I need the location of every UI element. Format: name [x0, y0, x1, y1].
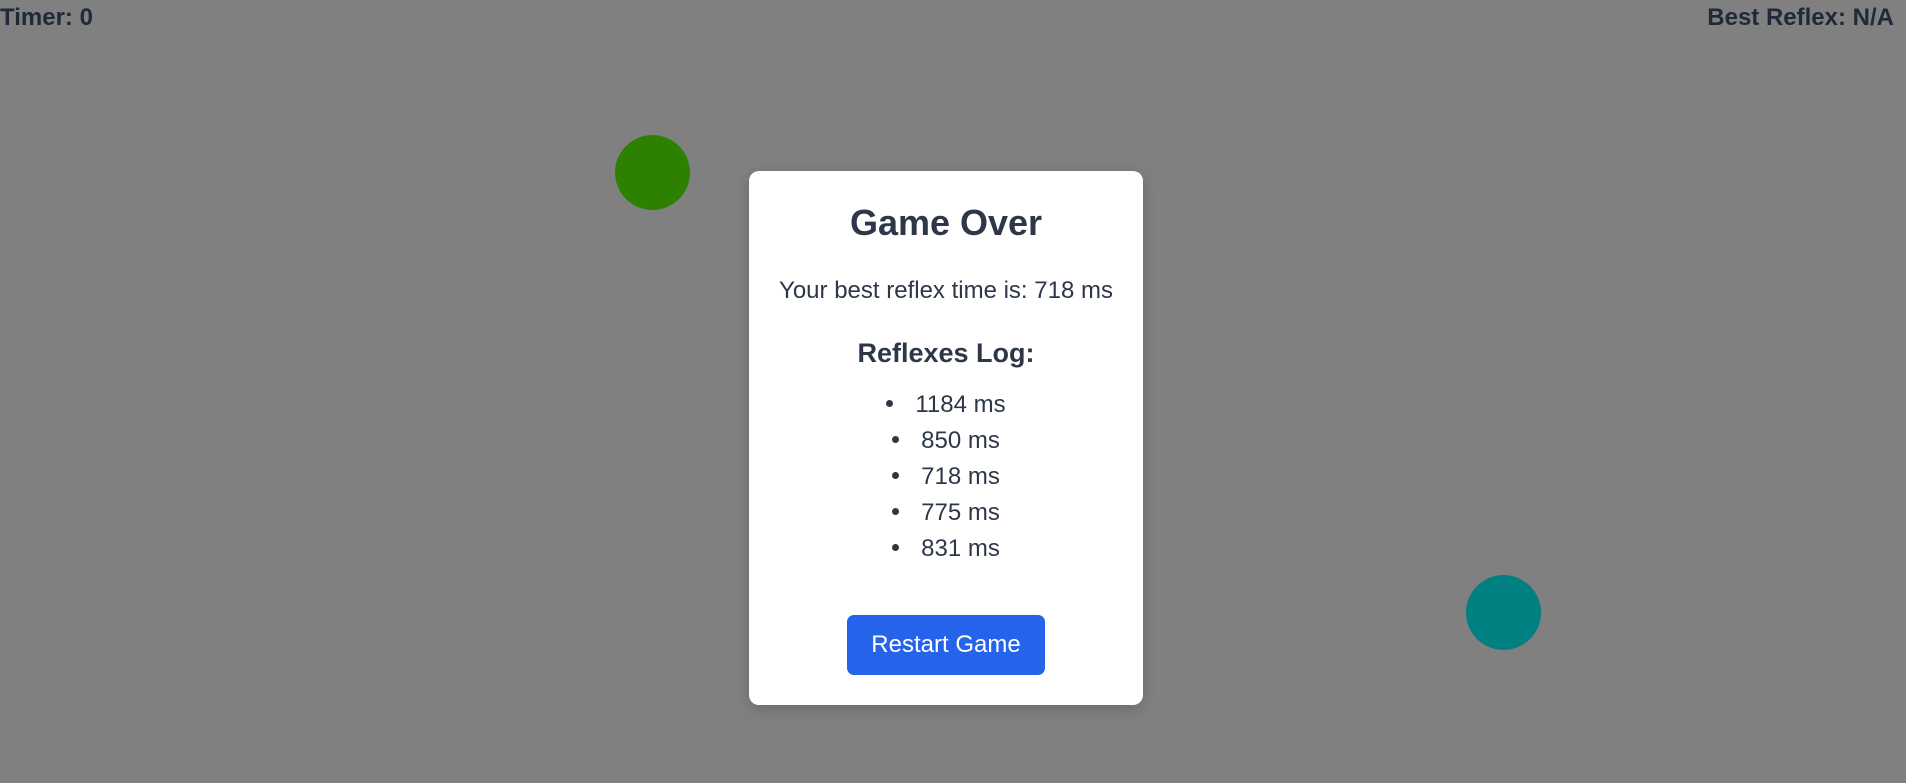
log-entry: 831 ms — [921, 535, 1000, 562]
log-entry: 1184 ms — [915, 391, 1006, 418]
modal-title: Game Over — [849, 202, 1043, 243]
reflexes-log-list: 1184 ms 850 ms 718 ms 775 ms 831 ms — [749, 387, 1143, 567]
timer-label: Timer: — [0, 4, 73, 31]
bullet-icon — [892, 544, 900, 552]
timer-value: 0 — [79, 4, 93, 31]
best-reflex-display: Best Reflex: N/A — [1707, 0, 1894, 36]
bullet-icon — [892, 436, 900, 444]
best-reflex-value: N/A — [1852, 4, 1894, 31]
best-reflex-summary: Your best reflex time is: 718 ms — [779, 277, 1113, 304]
list-item: 775 ms — [749, 495, 1143, 531]
bullet-icon — [892, 508, 900, 516]
target-circle-teal[interactable] — [1466, 575, 1541, 650]
best-reflex-label: Best Reflex: — [1707, 4, 1846, 31]
list-item: 718 ms — [749, 459, 1143, 495]
restart-game-button[interactable]: Restart Game — [847, 615, 1045, 675]
bullet-icon — [886, 400, 894, 408]
log-entry: 775 ms — [921, 499, 1000, 526]
list-item: 831 ms — [749, 531, 1143, 567]
list-item: 1184 ms — [749, 387, 1143, 423]
bullet-icon — [892, 472, 900, 480]
game-over-modal: Game Over Your best reflex time is: 718 … — [749, 171, 1143, 705]
list-item: 850 ms — [749, 423, 1143, 459]
reflexes-log-title: Reflexes Log: — [857, 338, 1035, 368]
log-entry: 850 ms — [921, 427, 1000, 454]
target-circle-green[interactable] — [615, 135, 690, 210]
log-entry: 718 ms — [921, 463, 1000, 490]
timer-display: Timer: 0 — [0, 0, 93, 36]
